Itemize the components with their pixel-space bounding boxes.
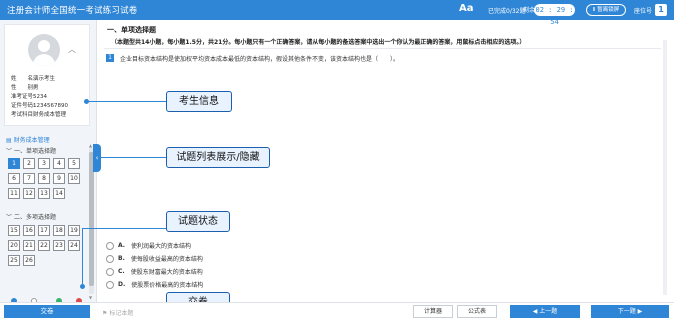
- question-nav-button[interactable]: 20: [8, 240, 20, 251]
- question-nav-button[interactable]: 24: [68, 240, 80, 251]
- question-nav-button[interactable]: 14: [53, 188, 65, 199]
- arrow-right-icon: ▶: [637, 308, 643, 315]
- candidate-ticket: 5234: [33, 94, 47, 100]
- document-icon: ▤: [6, 137, 12, 144]
- callout-line-status-h: [82, 228, 166, 229]
- mark-question-button[interactable]: ⚑ 标记本题: [102, 308, 133, 317]
- question-nav-button[interactable]: 5: [68, 158, 80, 169]
- countdown-timer: 02 : 29 : 54: [534, 4, 575, 26]
- font-size-icon[interactable]: Aa: [459, 3, 474, 14]
- section1-question-grid: 1 2 3 4 5 6 7 8 9 10 11 12 13 14: [8, 158, 80, 199]
- app-title: 注册会计师全国统一考试练习试卷: [7, 6, 138, 16]
- question-nav-button[interactable]: 13: [38, 188, 50, 199]
- question-nav-button[interactable]: 23: [53, 240, 65, 251]
- callout-list-toggle: 试题列表展示/隐藏: [166, 147, 270, 168]
- candidate-id: 1234567890: [33, 103, 68, 109]
- question-nav-button[interactable]: 11: [8, 188, 20, 199]
- option-b[interactable]: B. 使每股收益最高的资本结构: [106, 254, 203, 263]
- question-nav-button[interactable]: 17: [38, 225, 50, 236]
- question-nav-button[interactable]: 8: [38, 173, 50, 184]
- radio-b[interactable]: [106, 254, 114, 263]
- id-row: 证件号码:1234567890: [11, 103, 68, 109]
- candidate-gender: 男: [33, 85, 39, 91]
- question-nav-button[interactable]: 4: [53, 158, 65, 169]
- question-nav-button[interactable]: 3: [38, 158, 50, 169]
- answered-count: 已完成0/32题: [488, 8, 526, 15]
- submit-button[interactable]: 交卷: [4, 305, 90, 318]
- radio-a[interactable]: [106, 241, 114, 250]
- radio-d[interactable]: [106, 280, 114, 289]
- candidate-card: ︿ 姓 名:演示考生 性 别:男 准考证号:5234 证件号码:12345678…: [4, 24, 90, 126]
- chevron-down-icon: ﹀: [6, 214, 13, 221]
- chevron-down-icon: ﹀: [6, 148, 13, 155]
- question-nav-button[interactable]: 16: [23, 225, 35, 236]
- bottom-bar: 交卷 ⚑ 标记本题 计算器 公式表 ◀ 上一题 下一题 ▶: [0, 302, 674, 320]
- question-nav-button[interactable]: 2: [23, 158, 35, 169]
- section-title: 一、单项选择题: [107, 26, 156, 34]
- chevron-left-icon: ‹: [95, 154, 99, 162]
- nav-subject-title: ▤ 财务成本管理: [6, 137, 50, 144]
- question-nav-button[interactable]: 10: [68, 173, 80, 184]
- pause-icon: Ⅱ: [592, 7, 596, 13]
- candidate-name: 演示考生: [33, 76, 56, 82]
- divider: [104, 48, 661, 49]
- question-nav-button[interactable]: 7: [23, 173, 35, 184]
- section-description: （本题型共14小题，每小题1.5分，共21分。每小题只有一个正确答案，请从每小题…: [111, 39, 526, 46]
- question-nav-button[interactable]: 15: [8, 225, 20, 236]
- question-nav-button[interactable]: 22: [38, 240, 50, 251]
- seat-label: 座位号: [634, 8, 653, 15]
- callout-candidate-info: 考生信息: [166, 91, 232, 112]
- callout-line-status-v: [82, 228, 83, 286]
- callout-question-status: 试题状态: [166, 211, 230, 232]
- top-bar: 注册会计师全国统一考试练习试卷 Aa 已完成0/32题 剩余: 02 : 29 …: [0, 0, 674, 26]
- candidate-subject: 财务成本管理: [33, 112, 67, 118]
- calculator-button[interactable]: 计算器: [413, 305, 453, 318]
- pause-label: 暂离锁屏: [597, 7, 620, 13]
- option-d[interactable]: D. 使股票价格最高的资本结构: [106, 280, 203, 289]
- list-toggle-tab[interactable]: ‹: [93, 144, 101, 172]
- section1-header[interactable]: ﹀ 一、单项选择题: [6, 146, 56, 155]
- question-text: 企业目标资本结构是使加权平均资本成本最低的资本结构，假设其他条件不变，该资本结构…: [120, 56, 400, 63]
- previous-question-button[interactable]: ◀ 上一题: [510, 305, 580, 318]
- question-nav-button[interactable]: 9: [53, 173, 65, 184]
- gender-row: 性 别:男: [11, 85, 39, 91]
- next-question-button[interactable]: 下一题 ▶: [591, 305, 669, 318]
- question-nav-button[interactable]: 25: [8, 255, 20, 266]
- flag-icon: ⚑: [102, 310, 108, 317]
- chevron-up-icon[interactable]: ︿: [68, 44, 76, 55]
- section2-question-grid: 15 16 17 18 19 20 21 22 23 24 25 26: [8, 225, 80, 266]
- question-nav-button[interactable]: 12: [23, 188, 35, 199]
- scroll-down-arrow[interactable]: ▼: [89, 295, 92, 300]
- name-row: 姓 名:演示考生: [11, 76, 56, 82]
- content-scrollbar[interactable]: [663, 40, 667, 295]
- arrow-left-icon: ◀: [532, 308, 538, 315]
- radio-c[interactable]: [106, 267, 114, 276]
- question-nav-button[interactable]: 18: [53, 225, 65, 236]
- callout-line-toggle: [101, 157, 166, 158]
- subject-row: 考试科目:财务成本管理: [11, 112, 67, 118]
- question-nav-button[interactable]: 1: [8, 158, 20, 169]
- question-nav-button[interactable]: 6: [8, 173, 20, 184]
- question-nav-button[interactable]: 21: [23, 240, 35, 251]
- callout-line-candidate: [86, 101, 166, 102]
- section2-header[interactable]: ﹀ 二、多项选择题: [6, 212, 56, 221]
- avatar: [28, 34, 60, 66]
- question-nav-button[interactable]: 26: [23, 255, 35, 266]
- nav-scroll-thumb[interactable]: [89, 152, 94, 286]
- pause-lock-button[interactable]: Ⅱ 暂离锁屏: [586, 4, 626, 16]
- option-c[interactable]: C. 使股东财富最大的资本结构: [106, 267, 203, 276]
- ticket-row: 准考证号:5234: [11, 94, 47, 100]
- formula-table-button[interactable]: 公式表: [457, 305, 497, 318]
- question-number: 1: [106, 54, 114, 62]
- seat-number: 1: [655, 4, 667, 16]
- question-nav-button[interactable]: 19: [68, 225, 80, 236]
- option-a[interactable]: A. 使利润最大的资本结构: [106, 241, 191, 250]
